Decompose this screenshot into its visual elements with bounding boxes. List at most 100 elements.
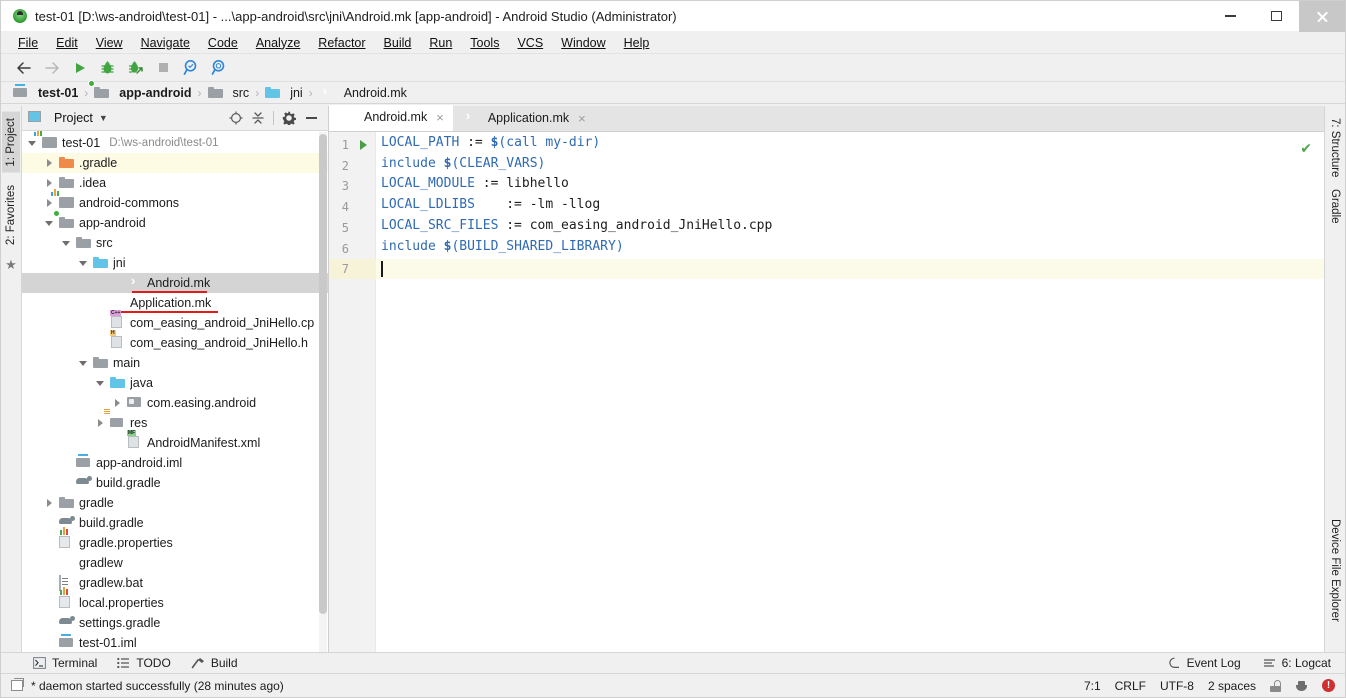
close-button[interactable] <box>1299 0 1345 32</box>
tree-row[interactable]: android-commons <box>22 189 328 213</box>
tree-row[interactable]: gradle <box>22 493 328 513</box>
tree-row[interactable]: app-android.iml <box>22 453 328 473</box>
chevron-down-icon[interactable] <box>79 358 90 369</box>
breadcrumb-item-android-mk[interactable]: Android.mk <box>319 86 407 100</box>
chevron-right-icon[interactable] <box>45 498 56 509</box>
bottom-item-logcat[interactable]: 6: Logcat <box>1263 656 1331 670</box>
tree-row[interactable]: src <box>22 233 328 253</box>
tree-row[interactable]: main <box>22 353 328 373</box>
tree-row[interactable]: MF AndroidManifest.xml <box>22 430 328 453</box>
menu-refactor[interactable]: Refactor <box>309 34 374 52</box>
menu-view[interactable]: View <box>87 34 132 52</box>
chevron-down-icon[interactable] <box>28 138 39 149</box>
settings-button[interactable] <box>278 108 300 128</box>
editor-code[interactable]: LOCAL_PATH := $(call my-dir) include $(CL… <box>376 132 1324 652</box>
bottom-item-todo[interactable]: TODO <box>117 656 171 670</box>
code-line[interactable]: include $(CLEAR_VARS) <box>376 156 1324 176</box>
scroll-from-source-button[interactable] <box>225 108 247 128</box>
menu-code[interactable]: Code <box>199 34 247 52</box>
menu-vcs[interactable]: VCS <box>508 34 552 52</box>
tree-row[interactable]: build.gradle <box>22 473 328 493</box>
chevron-down-icon[interactable]: ▼ <box>99 113 108 123</box>
chevron-down-icon[interactable] <box>96 378 107 389</box>
attach-debugger-button[interactable] <box>123 57 148 79</box>
search-everywhere-button[interactable] <box>207 57 232 79</box>
hector-hat-icon[interactable] <box>1295 680 1308 692</box>
tree-row[interactable]: settings.gradle <box>22 613 328 633</box>
menu-edit[interactable]: Edit <box>47 34 87 52</box>
breadcrumb-item-jni[interactable]: jni <box>265 86 303 100</box>
sidebar-item-gradle[interactable]: Gradle <box>1326 183 1344 230</box>
run-button[interactable] <box>67 57 92 79</box>
tree-row[interactable]: app-android <box>22 210 328 233</box>
menu-navigate[interactable]: Navigate <box>132 34 199 52</box>
code-line[interactable]: include $(BUILD_SHARED_LIBRARY) <box>376 239 1324 259</box>
chevron-right-icon[interactable] <box>45 178 56 189</box>
breadcrumb-item-app-android[interactable]: app-android <box>88 79 192 100</box>
chevron-down-icon[interactable] <box>45 218 56 229</box>
forward-button[interactable] <box>39 57 64 79</box>
tab-android-mk[interactable]: Android.mk × <box>329 105 453 131</box>
sidebar-item-project[interactable]: 1: Project <box>2 112 20 173</box>
tree-row[interactable]: Android.mk <box>22 273 328 293</box>
unlocked-icon[interactable] <box>1270 679 1281 692</box>
code-line[interactable]: LOCAL_LDLIBS := -lm -llog <box>376 197 1324 217</box>
menu-run[interactable]: Run <box>420 34 461 52</box>
tree-row[interactable]: com.easing.android <box>22 393 328 413</box>
encoding[interactable]: UTF-8 <box>1160 679 1194 693</box>
tree-row[interactable]: res <box>22 409 328 433</box>
breadcrumb-item-test-01[interactable]: test-01 <box>13 83 78 100</box>
tree-row[interactable]: jni <box>22 253 328 273</box>
error-badge-icon[interactable]: ! <box>1322 679 1335 692</box>
stop-button[interactable] <box>151 57 176 79</box>
code-line[interactable]: LOCAL_MODULE := libhello <box>376 176 1324 196</box>
tree-row[interactable]: C++ com_easing_android_JniHello.cp <box>22 310 328 333</box>
project-tree[interactable]: test-01 D:\ws-android\test-01 .gradle .idea… <box>22 131 328 652</box>
chevron-down-icon[interactable] <box>62 238 73 249</box>
tree-row[interactable]: Hcom_easing_android_JniHello.h <box>22 330 328 353</box>
breadcrumb-item-src[interactable]: src <box>208 86 250 100</box>
console-icon[interactable] <box>11 678 24 691</box>
tree-row[interactable]: test-01 D:\ws-android\test-01 <box>22 131 328 153</box>
minimize-button[interactable] <box>1207 1 1253 32</box>
chevron-right-icon[interactable] <box>45 158 56 169</box>
bottom-item-terminal[interactable]: Terminal <box>33 656 97 670</box>
tree-row[interactable]: Application.mk <box>22 293 328 313</box>
menu-file[interactable]: File <box>9 34 47 52</box>
code-line[interactable]: LOCAL_PATH := $(call my-dir) <box>376 135 1324 155</box>
menu-tools[interactable]: Tools <box>461 34 508 52</box>
project-scrollbar-thumb[interactable] <box>319 134 327 614</box>
menu-build[interactable]: Build <box>375 34 421 52</box>
debug-button[interactable] <box>95 57 120 79</box>
hide-button[interactable] <box>300 108 322 128</box>
chevron-right-icon[interactable] <box>113 398 124 409</box>
tab-application-mk[interactable]: Application.mk × <box>453 105 595 131</box>
collapse-all-button[interactable] <box>247 108 269 128</box>
run-gutter-icon[interactable] <box>360 140 367 150</box>
maximize-button[interactable] <box>1253 1 1299 32</box>
tree-row[interactable]: java <box>22 373 328 393</box>
menu-window[interactable]: Window <box>552 34 614 52</box>
sidebar-item-favorites[interactable]: 2: Favorites <box>2 179 20 251</box>
tree-row[interactable]: gradle.properties <box>22 527 328 553</box>
menu-help[interactable]: Help <box>615 34 659 52</box>
back-button[interactable] <box>11 57 36 79</box>
chevron-down-icon[interactable] <box>79 258 90 269</box>
chevron-right-icon[interactable] <box>96 418 107 429</box>
search-button[interactable] <box>179 57 204 79</box>
bottom-item-event-log[interactable]: Event Log <box>1168 656 1241 670</box>
code-line[interactable]: LOCAL_SRC_FILES := com_easing_android_Jn… <box>376 218 1324 238</box>
tree-row[interactable]: local.properties <box>22 587 328 613</box>
tree-row[interactable]: test-01.iml <box>22 633 328 652</box>
sidebar-item-device-file-explorer[interactable]: Device File Explorer <box>1326 513 1344 628</box>
caret-position[interactable]: 7:1 <box>1084 679 1101 693</box>
close-tab-icon[interactable]: × <box>436 110 444 125</box>
tree-row[interactable]: .idea <box>22 173 328 193</box>
inspection-status-icon[interactable]: ✔ <box>1300 140 1312 157</box>
close-tab-icon[interactable]: × <box>578 111 586 126</box>
indent-setting[interactable]: 2 spaces <box>1208 679 1256 693</box>
menu-analyze[interactable]: Analyze <box>247 34 309 52</box>
tree-row[interactable]: .gradle <box>22 153 328 173</box>
code-line[interactable] <box>376 259 1324 280</box>
chevron-right-icon[interactable] <box>45 198 56 209</box>
